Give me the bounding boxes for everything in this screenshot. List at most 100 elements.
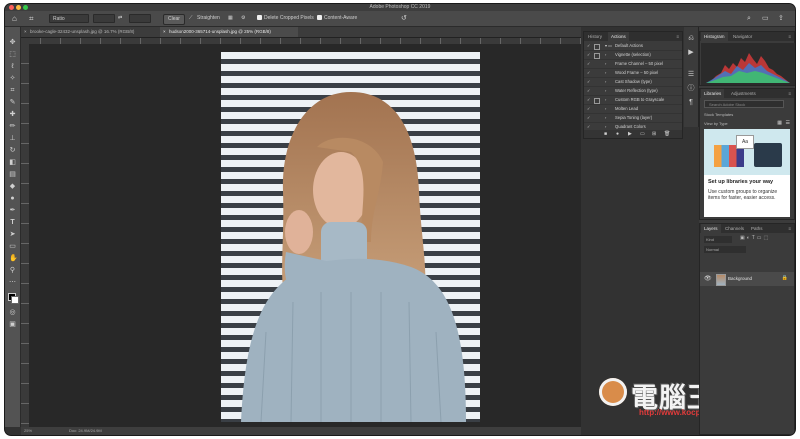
lock-icon[interactable]: 🔒: [782, 275, 788, 281]
action-row[interactable]: ✓ › Vignette (selection): [584, 51, 682, 60]
crop-tool-icon[interactable]: ⌗: [29, 14, 34, 23]
expand-arrow-icon[interactable]: ›: [605, 51, 606, 59]
share-icon[interactable]: ⇪: [778, 14, 784, 23]
tab-paths[interactable]: Paths: [748, 224, 766, 233]
type-tool-icon[interactable]: T: [9, 219, 16, 226]
move-tool-icon[interactable]: ✥: [9, 39, 16, 46]
new-action-icon[interactable]: ⊞: [652, 130, 656, 138]
healing-brush-icon[interactable]: ✚: [9, 111, 16, 118]
panel-menu-icon[interactable]: ≡: [788, 89, 791, 98]
eyedropper-icon[interactable]: ✎: [9, 99, 16, 106]
rectangle-tool-icon[interactable]: ▭: [9, 243, 16, 250]
info-panel-icon[interactable]: ⓘ: [687, 85, 695, 93]
expand-arrow-icon[interactable]: ›: [605, 60, 606, 68]
expand-arrow-icon[interactable]: ›: [605, 69, 606, 77]
tab-layers[interactable]: Layers: [701, 224, 721, 233]
height-field[interactable]: [129, 14, 151, 23]
history-brush-icon[interactable]: ↻: [9, 147, 16, 154]
delete-cropped-checkbox[interactable]: Delete Cropped Pixels: [257, 14, 314, 23]
blend-mode-select[interactable]: Normal: [704, 246, 746, 253]
close-tab-icon[interactable]: ×: [24, 27, 27, 37]
expand-arrow-icon[interactable]: ▾ ▭: [605, 42, 612, 50]
action-row[interactable]: ✓ › Molten Lead: [584, 105, 682, 114]
action-row[interactable]: ✓ › Custom RGB to Grayscale: [584, 96, 682, 105]
workspace-icon[interactable]: ▭: [762, 14, 769, 23]
crop-tool-icon[interactable]: ⌗: [9, 87, 16, 94]
view-by-type[interactable]: View by Type: [704, 121, 728, 126]
stop-icon[interactable]: ■: [604, 130, 607, 138]
search-icon[interactable]: ⌕: [747, 14, 751, 23]
panel-menu-icon[interactable]: ≡: [788, 32, 791, 41]
tab-libraries[interactable]: Libraries: [701, 89, 725, 98]
screen-mode-icon[interactable]: ▣: [9, 321, 16, 328]
tab-history[interactable]: History: [585, 32, 605, 41]
record-icon[interactable]: ●: [616, 130, 619, 138]
expand-arrow-icon[interactable]: ›: [605, 105, 606, 113]
doc-size[interactable]: Doc: 24.9M/24.9M: [69, 427, 102, 435]
expand-arrow-icon[interactable]: ›: [605, 87, 606, 95]
tab-histogram[interactable]: Histogram: [701, 32, 728, 41]
background-color-swatch[interactable]: [11, 296, 19, 304]
action-row[interactable]: ✓ › Frame Channel – 50 pixel: [584, 60, 682, 69]
document-image[interactable]: [221, 52, 480, 422]
tab-navigator[interactable]: Navigator: [730, 32, 755, 41]
clear-button[interactable]: Clear: [163, 14, 185, 25]
straighten-icon[interactable]: ⟋: [189, 14, 193, 23]
layer-filter-icons[interactable]: ▣◐T▭⬚: [740, 235, 770, 241]
more-tools-icon[interactable]: ⋯: [9, 279, 16, 286]
gear-icon[interactable]: ⚙: [241, 14, 245, 23]
play-icon[interactable]: ▶: [628, 130, 632, 138]
magic-wand-icon[interactable]: ✧: [9, 75, 16, 82]
eraser-icon[interactable]: ◧: [9, 159, 16, 166]
glyphs-panel-icon[interactable]: ¶: [687, 99, 695, 107]
lasso-tool-icon[interactable]: ℓ: [9, 63, 16, 70]
dialog-toggle[interactable]: [594, 53, 600, 59]
dialog-toggle[interactable]: [594, 98, 600, 104]
tab-actions[interactable]: Actions: [608, 32, 629, 41]
hand-tool-icon[interactable]: ✋: [9, 255, 18, 262]
close-tab-icon[interactable]: ×: [163, 27, 166, 37]
pen-tool-icon[interactable]: ✒: [9, 207, 16, 214]
path-selection-icon[interactable]: ➤: [9, 231, 16, 238]
dialog-toggle[interactable]: [594, 44, 600, 50]
quick-mask-icon[interactable]: ◎: [9, 309, 16, 316]
action-set-row[interactable]: ✓ ▾ ▭ Default Actions: [584, 42, 682, 51]
blur-tool-icon[interactable]: ◆: [9, 183, 16, 190]
panel-menu-icon[interactable]: ≡: [788, 224, 791, 233]
new-set-icon[interactable]: ▭: [640, 130, 645, 138]
document-tab[interactable]: × brooke-cagle-32432-unsplash.jpg @ 16.7…: [21, 27, 159, 37]
gradient-icon[interactable]: ▤: [9, 171, 16, 178]
expand-arrow-icon[interactable]: ›: [605, 78, 606, 86]
action-row[interactable]: ✓ › Sepia Toning (layer): [584, 114, 682, 123]
zoom-tool-icon[interactable]: ⚲: [9, 267, 16, 274]
zoom-level[interactable]: 25%: [24, 427, 32, 435]
swap-icon[interactable]: ⇄: [118, 14, 122, 23]
action-row[interactable]: ✓ › Wood Frame – 50 pixel: [584, 69, 682, 78]
brush-tool-icon[interactable]: ✏: [9, 123, 16, 130]
content-aware-checkbox[interactable]: Content-Aware: [317, 14, 357, 23]
marquee-tool-icon[interactable]: ⬚: [9, 51, 16, 58]
layer-row-background[interactable]: 👁 Background 🔒: [700, 272, 794, 286]
history-panel-icon[interactable]: ⎌: [687, 35, 695, 43]
grid-view-icon[interactable]: ▦: [777, 120, 782, 126]
layer-kind-filter[interactable]: Kind: [704, 236, 732, 243]
home-icon[interactable]: ⌂: [12, 14, 17, 23]
reset-icon[interactable]: ↺: [401, 14, 407, 23]
tab-channels[interactable]: Channels: [722, 224, 747, 233]
action-row[interactable]: ✓ › Cast Shadow (type): [584, 78, 682, 87]
expand-arrow-icon[interactable]: ›: [605, 114, 606, 122]
trash-icon[interactable]: 🗑: [664, 130, 670, 138]
library-select[interactable]: Stock Templates: [704, 111, 784, 119]
actions-panel-icon[interactable]: ▶: [687, 49, 695, 57]
layer-name[interactable]: Background: [728, 272, 752, 286]
visibility-eye-icon[interactable]: 👁: [704, 275, 712, 282]
grid-overlay-icon[interactable]: ▦: [228, 14, 233, 23]
document-tab-active[interactable]: × hudson2000-365714-unsplash.jpg @ 25% (…: [160, 27, 298, 37]
dodge-tool-icon[interactable]: ●: [9, 195, 16, 202]
expand-arrow-icon[interactable]: ›: [605, 96, 606, 104]
ratio-select[interactable]: Ratio: [49, 14, 89, 23]
action-row[interactable]: ✓ › Water Reflection (type): [584, 87, 682, 96]
clone-stamp-icon[interactable]: ⊥: [9, 135, 16, 142]
tab-adjustments[interactable]: Adjustments: [728, 89, 759, 98]
list-view-icon[interactable]: ☰: [786, 120, 790, 126]
